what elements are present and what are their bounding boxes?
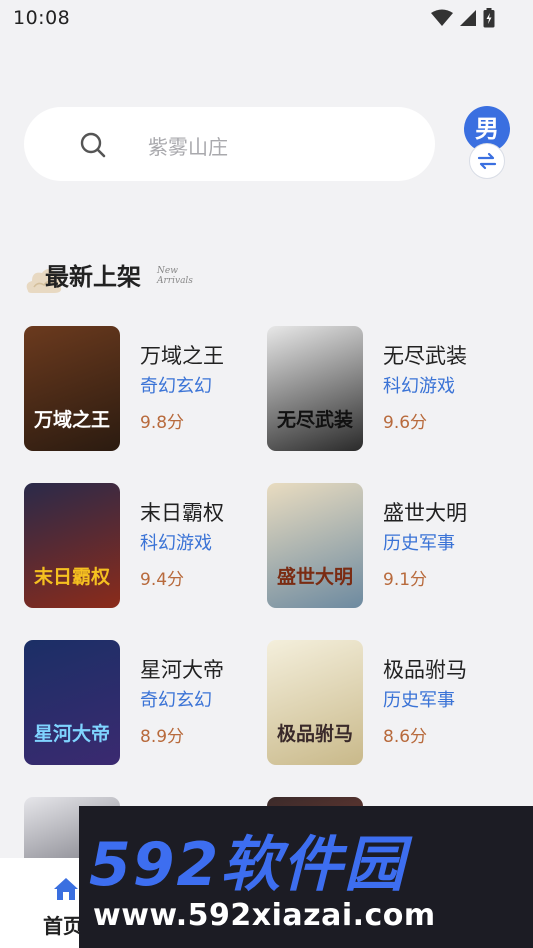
book-score: 8.6分 xyxy=(383,727,428,747)
cover-title: 盛世大明 xyxy=(276,566,353,588)
watermark-logo: 592软件园 xyxy=(89,830,407,900)
book-category: 历史军事 xyxy=(383,690,455,711)
book-cover: 末日霸权 xyxy=(24,483,120,608)
book-score: 9.6分 xyxy=(383,413,428,433)
section-header: 最新上架 New Arrivals xyxy=(24,255,324,299)
book-name: 盛世大明 xyxy=(383,501,467,525)
book-score: 9.1分 xyxy=(383,570,428,590)
swap-icon xyxy=(477,152,497,170)
search-icon xyxy=(80,132,106,158)
book-cover: 盛世大明 xyxy=(267,483,363,608)
cover-title: 万域之王 xyxy=(33,409,110,431)
book-item[interactable]: 末日霸权 末日霸权 科幻游戏 9.4分 xyxy=(24,483,264,609)
watermark-banner: 592软件园 www.592xiazai.com xyxy=(79,806,533,948)
book-category: 奇幻玄幻 xyxy=(140,690,212,711)
cover-title: 末日霸权 xyxy=(33,566,110,588)
cover-title: 星河大帝 xyxy=(33,723,110,745)
section-subtitle: New Arrivals xyxy=(157,266,193,286)
book-item[interactable]: 星河大帝 星河大帝 奇幻玄幻 8.9分 xyxy=(24,640,264,766)
status-icons xyxy=(431,8,495,28)
book-name: 极品驸马 xyxy=(383,658,467,682)
battery-icon xyxy=(483,8,495,28)
book-cover: 星河大帝 xyxy=(24,640,120,765)
book-item[interactable]: 万域之王 万域之王 奇幻玄幻 9.8分 xyxy=(24,326,264,452)
watermark-url: www.592xiazai.com xyxy=(93,898,436,933)
section-title: 最新上架 xyxy=(45,262,141,291)
book-score: 8.9分 xyxy=(140,727,185,747)
book-name: 无尽武装 xyxy=(383,344,467,368)
cover-title: 无尽武装 xyxy=(276,409,353,431)
book-item[interactable]: 极品驸马 极品驸马 历史军事 8.6分 xyxy=(267,640,507,766)
book-name: 末日霸权 xyxy=(140,501,224,525)
book-score: 9.4分 xyxy=(140,570,185,590)
book-score: 9.8分 xyxy=(140,413,185,433)
signal-icon xyxy=(460,10,476,26)
book-name: 星河大帝 xyxy=(140,658,224,682)
book-cover: 极品驸马 xyxy=(267,640,363,765)
nav-home-label: 首页 xyxy=(43,914,83,938)
book-category: 历史军事 xyxy=(383,533,455,554)
home-icon xyxy=(54,878,78,900)
book-cover: 万域之王 xyxy=(24,326,120,451)
book-item[interactable]: 无尽武装 无尽武装 科幻游戏 9.6分 xyxy=(267,326,507,452)
book-cover: 无尽武装 xyxy=(267,326,363,451)
status-bar: 10:08 xyxy=(0,0,533,38)
search-box[interactable]: 紫雾山庄 xyxy=(24,107,435,181)
book-category: 科幻游戏 xyxy=(383,376,455,397)
cover-title: 极品驸马 xyxy=(276,723,353,745)
gender-switch-button[interactable] xyxy=(469,143,505,179)
search-placeholder: 紫雾山庄 xyxy=(148,135,228,159)
book-item[interactable]: 盛世大明 盛世大明 历史军事 9.1分 xyxy=(267,483,507,609)
book-category: 科幻游戏 xyxy=(140,533,212,554)
status-time: 10:08 xyxy=(13,7,71,29)
wifi-icon xyxy=(431,9,453,26)
book-name: 万域之王 xyxy=(140,344,224,368)
book-category: 奇幻玄幻 xyxy=(140,376,212,397)
